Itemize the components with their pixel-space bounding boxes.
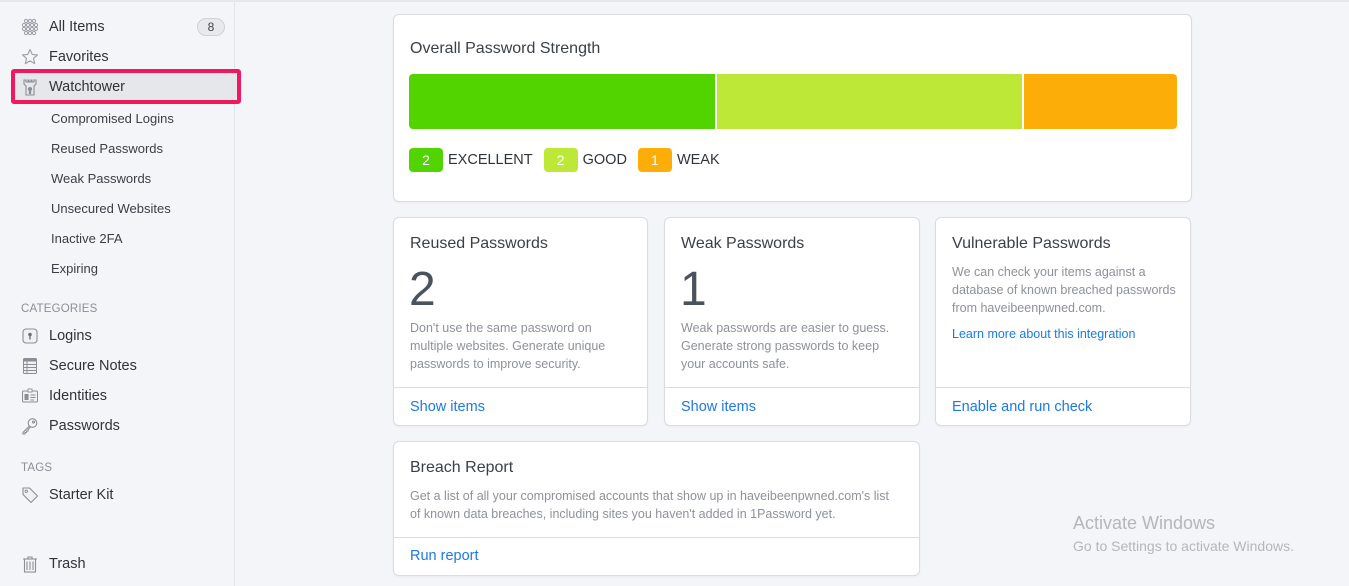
sidebar-item-trash[interactable]: Trash: [0, 549, 235, 579]
sidebar-item-label: All Items: [49, 19, 105, 35]
sidebar-subitem-expiring[interactable]: Expiring: [51, 253, 98, 283]
vulnerable-passwords-card: Vulnerable Passwords We can check your i…: [935, 217, 1191, 426]
card-description: We can check your items against a databa…: [952, 263, 1176, 317]
sidebar-item-logins[interactable]: Logins: [0, 321, 235, 351]
reused-show-items-link[interactable]: Show items: [410, 399, 485, 415]
description-line: Don't use the same password on: [410, 321, 592, 335]
key-icon: [21, 417, 39, 435]
strength-segment-weak: [1022, 74, 1177, 129]
description-line: database of known breached passwords: [952, 283, 1176, 297]
sidebar-item-identities[interactable]: Identities: [0, 381, 235, 411]
sidebar-item-label: Trash: [49, 556, 86, 572]
sidebar: All Items 8 Favorites Watchtower Comprom…: [0, 2, 241, 586]
description-line: of known data breaches, including sites …: [410, 507, 836, 521]
description-line: your accounts safe.: [681, 357, 790, 371]
strength-legend: 2 EXCELLENT 2 GOOD 1 WEAK: [409, 148, 731, 172]
sidebar-item-favorites[interactable]: Favorites: [0, 42, 235, 72]
categories-header: CATEGORIES: [21, 303, 98, 315]
reused-passwords-card: Reused Passwords 2 Don't use the same pa…: [393, 217, 648, 426]
card-divider: [394, 387, 647, 388]
description-line: We can check your items against a: [952, 265, 1146, 279]
star-icon: [21, 48, 39, 66]
strength-segment-good: [714, 74, 1023, 129]
card-description: Don't use the same password on multiple …: [410, 319, 605, 373]
card-title: Vulnerable Passwords: [952, 235, 1111, 252]
legend-label: EXCELLENT: [448, 152, 533, 168]
description-line: multiple websites. Generate unique: [410, 339, 606, 353]
description-line: passwords to improve security.: [410, 357, 581, 371]
item-count-badge: 8: [197, 18, 225, 36]
run-report-link[interactable]: Run report: [410, 548, 479, 564]
card-title: Weak Passwords: [681, 235, 805, 252]
sidebar-item-watchtower[interactable]: Watchtower: [0, 72, 235, 102]
card-description: Get a list of all your compromised accou…: [410, 487, 889, 523]
card-title: Reused Passwords: [410, 235, 548, 252]
legend-item-good: 2 GOOD: [543, 148, 627, 172]
identity-icon: [21, 387, 39, 405]
weak-passwords-card: Weak Passwords 1 Weak passwords are easi…: [664, 217, 920, 426]
weak-count: 1: [680, 263, 707, 316]
card-divider: [394, 537, 919, 538]
legend-item-excellent: 2 EXCELLENT: [409, 148, 533, 172]
description-line: Weak passwords are easier to guess.: [681, 321, 890, 335]
strength-segment-excellent: [409, 74, 715, 129]
sidebar-item-label: Favorites: [49, 49, 109, 65]
activation-watermark-title: Activate Windows: [1073, 513, 1216, 533]
sidebar-item-passwords[interactable]: Passwords: [0, 411, 235, 441]
sidebar-item-all-items[interactable]: All Items 8: [0, 12, 235, 42]
card-description: Weak passwords are easier to guess. Gene…: [681, 319, 889, 373]
card-divider: [936, 387, 1190, 388]
secure-note-icon: [21, 357, 39, 375]
legend-count-chip: 2: [543, 148, 578, 172]
sidebar-subitem-reused-passwords[interactable]: Reused Passwords: [51, 133, 163, 163]
sidebar-subitem-weak-passwords[interactable]: Weak Passwords: [51, 163, 151, 193]
sidebar-subitem-unsecured-websites[interactable]: Unsecured Websites: [51, 193, 171, 223]
sidebar-item-label: Logins: [49, 328, 92, 344]
description-line: from haveibeenpwned.com.: [952, 301, 1106, 315]
tag-icon: [21, 486, 39, 504]
trash-icon: [21, 555, 39, 573]
all-items-icon: [21, 18, 39, 36]
card-title: Breach Report: [410, 459, 514, 476]
sidebar-item-label: Secure Notes: [49, 358, 137, 374]
card-divider: [665, 387, 919, 388]
description-line: Get a list of all your compromised accou…: [410, 489, 890, 503]
sidebar-item-label: Passwords: [49, 418, 120, 434]
sidebar-subitem-inactive-2fa[interactable]: Inactive 2FA: [51, 223, 123, 253]
overall-strength-card: Overall Password Strength 2 EXCELLENT 2 GOO…: [393, 14, 1192, 202]
strength-bar: [409, 74, 1177, 129]
learn-more-link[interactable]: Learn more about this integration: [952, 327, 1135, 341]
legend-item-weak: 1 WEAK: [637, 148, 720, 172]
legend-label: GOOD: [582, 152, 627, 168]
reused-count: 2: [409, 263, 436, 316]
card-title: Overall Password Strength: [410, 40, 601, 57]
legend-label: WEAK: [676, 152, 720, 168]
sidebar-item-label: Watchtower: [49, 79, 126, 95]
description-line: Generate strong passwords to keep: [681, 339, 880, 353]
sidebar-item-label: Starter Kit: [49, 487, 114, 503]
activation-watermark-subtitle: Go to Settings to activate Windows.: [1073, 538, 1294, 554]
enable-run-check-link[interactable]: Enable and run check: [952, 399, 1092, 415]
sidebar-item-starter-kit[interactable]: Starter Kit: [0, 480, 235, 510]
legend-count-chip: 2: [409, 148, 443, 172]
sidebar-item-secure-notes[interactable]: Secure Notes: [0, 351, 235, 381]
login-icon: [21, 327, 39, 345]
breach-report-card: Breach Report Get a list of all your com…: [393, 441, 920, 576]
tags-header: TAGS: [21, 462, 53, 474]
sidebar-item-label: Identities: [49, 388, 108, 404]
sidebar-subitem-compromised-logins[interactable]: Compromised Logins: [51, 103, 174, 133]
legend-count-chip: 1: [637, 148, 672, 172]
weak-show-items-link[interactable]: Show items: [681, 399, 756, 415]
watchtower-icon: [21, 78, 39, 96]
